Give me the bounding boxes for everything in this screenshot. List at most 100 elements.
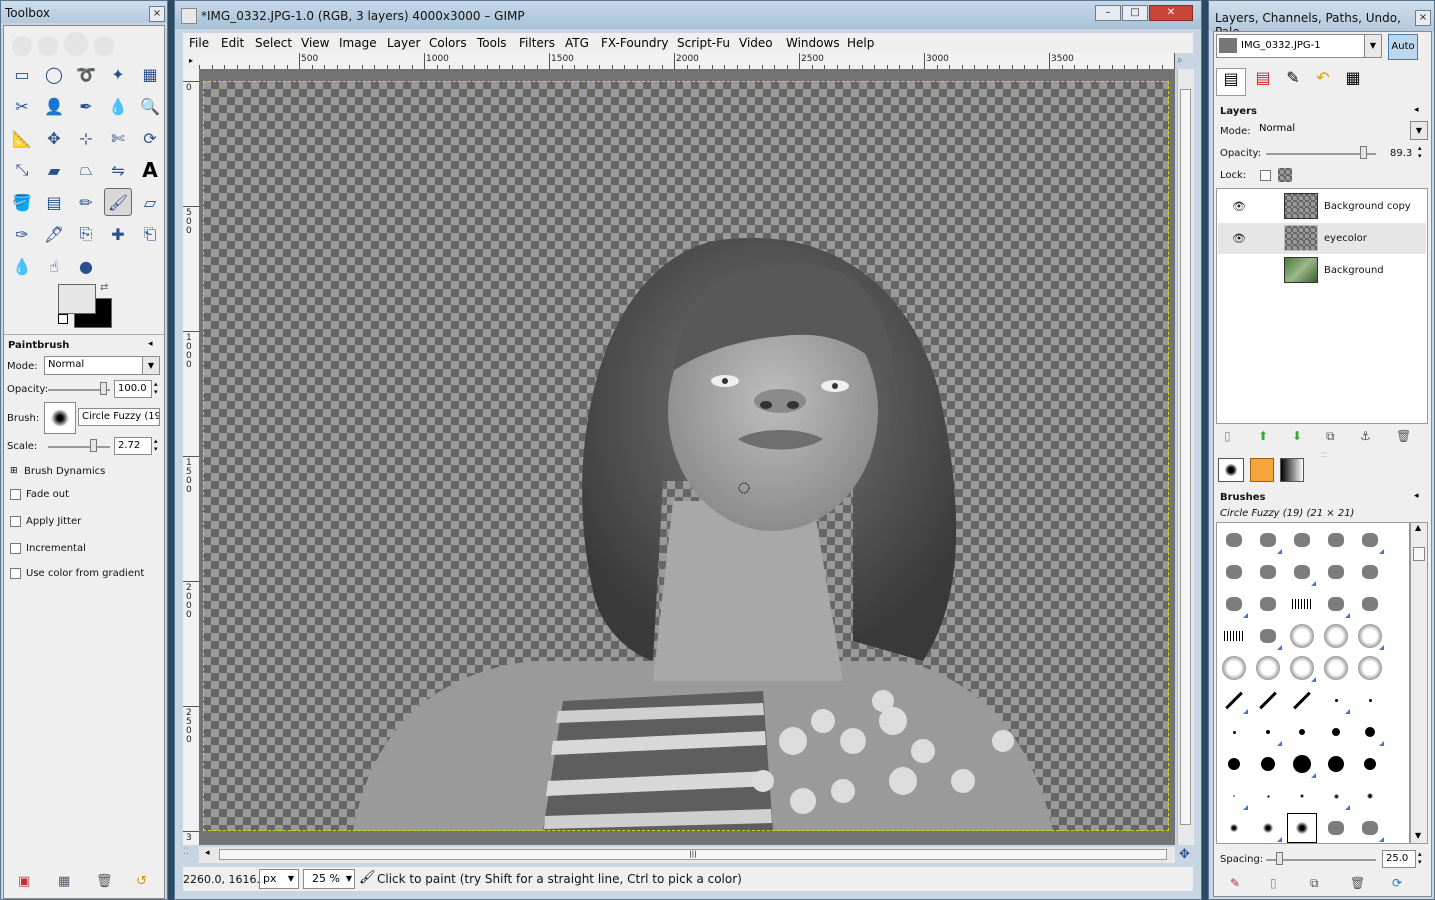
opacity-spinner-icon[interactable]: ▴ ▾ (154, 380, 158, 396)
minimize-button[interactable]: – (1095, 5, 1121, 21)
scale-slider[interactable] (48, 446, 110, 448)
lock-alpha-icon[interactable] (1278, 168, 1292, 182)
ellipse-select-icon[interactable]: ◯ (40, 60, 68, 88)
horizontal-scrollbar[interactable]: ◂ ||| (199, 847, 1175, 863)
spacing-input[interactable]: 25.0 (1382, 850, 1416, 868)
brush-item[interactable] (1253, 589, 1283, 619)
brush-item[interactable] (1287, 621, 1317, 651)
brush-item[interactable] (1287, 685, 1317, 715)
layer-mode-select[interactable]: Normal ▼ (1256, 121, 1428, 140)
brush-item[interactable] (1355, 749, 1385, 779)
brush-item[interactable] (1253, 813, 1283, 843)
rotate-icon[interactable]: ⟳ (136, 124, 164, 152)
paintbrush-icon[interactable]: 🖌 (104, 188, 132, 216)
brush-item[interactable] (1219, 621, 1249, 651)
brush-item[interactable] (1321, 813, 1351, 843)
layers-menu-icon[interactable]: ◂ (1414, 105, 1419, 115)
ink-icon[interactable]: 🖋 (40, 220, 68, 248)
brush-item[interactable] (1355, 653, 1385, 683)
free-select-icon[interactable]: ➰ (72, 60, 100, 88)
brush-item[interactable] (1355, 717, 1385, 747)
shear-icon[interactable]: ▰ (40, 156, 68, 184)
duplicate-brush-icon[interactable]: ⧉ (1310, 876, 1319, 891)
delete-options-icon[interactable]: 🗑 (96, 874, 113, 889)
tab-brushes[interactable] (1218, 458, 1244, 482)
apply-jitter-checkbox[interactable] (10, 516, 21, 527)
tool-options-menu-icon[interactable]: ◂ (148, 339, 153, 349)
brush-item[interactable] (1219, 813, 1249, 843)
clone-icon[interactable]: ⎘ (72, 220, 100, 248)
save-options-icon[interactable]: ▣ (18, 874, 30, 889)
pencil-icon[interactable]: ✏ (72, 188, 100, 216)
menu-fx-foundry[interactable]: FX-Foundry (601, 36, 669, 50)
layer-row-background-copy[interactable]: 👁 Background copy (1218, 191, 1426, 222)
layer-opacity-handle[interactable] (1360, 146, 1367, 159)
raise-layer-icon[interactable]: ⬆ (1258, 429, 1268, 443)
brush-item[interactable] (1321, 557, 1351, 587)
brush-item[interactable] (1355, 685, 1385, 715)
spacing-spinner-icon[interactable]: ▴ ▾ (1418, 850, 1422, 866)
scale-slider-handle[interactable] (90, 439, 97, 452)
menu-edit[interactable]: Edit (221, 36, 244, 50)
brush-dynamics-label[interactable]: Brush Dynamics (24, 466, 105, 477)
visibility-eye-icon[interactable]: 👁 (1232, 232, 1246, 245)
tab-paths[interactable]: ✎ (1278, 68, 1308, 96)
menu-script-fu[interactable]: Script-Fu (677, 36, 730, 50)
tab-patterns[interactable] (1250, 458, 1274, 482)
crop-icon[interactable]: ✄ (104, 124, 132, 152)
scroll-left-icon[interactable]: ◂ (205, 848, 210, 858)
menu-layer[interactable]: Layer (387, 36, 420, 50)
brush-item[interactable] (1253, 557, 1283, 587)
color-picker-icon[interactable]: 💧 (104, 92, 132, 120)
brush-item[interactable] (1219, 557, 1249, 587)
brush-item[interactable] (1321, 653, 1351, 683)
image-select[interactable]: IMG_0332.JPG-1 ▼ (1216, 34, 1382, 58)
brush-item[interactable] (1219, 525, 1249, 555)
lock-pixels-checkbox[interactable] (1260, 170, 1271, 181)
image-canvas[interactable] (203, 81, 1169, 831)
foreground-select-icon[interactable]: 👤 (40, 92, 68, 120)
layer-opacity-spinner-icon[interactable]: ▴ ▾ (1418, 144, 1422, 160)
brush-item[interactable] (1287, 781, 1317, 811)
menu-view[interactable]: View (301, 36, 329, 50)
brush-item[interactable] (1321, 685, 1351, 715)
edit-brush-icon[interactable]: ✎ (1230, 876, 1240, 890)
incremental-checkbox[interactable] (10, 543, 21, 554)
flip-icon[interactable]: ⇋ (104, 156, 132, 184)
measure-icon[interactable]: 📐 (8, 124, 36, 152)
heal-icon[interactable]: ✚ (104, 220, 132, 248)
move-icon[interactable]: ✥ (40, 124, 68, 152)
fade-out-checkbox[interactable] (10, 489, 21, 500)
brush-item[interactable] (1287, 813, 1317, 843)
duplicate-layer-icon[interactable]: ⧉ (1326, 429, 1335, 444)
blur-icon[interactable]: 💧 (8, 252, 36, 280)
brush-item[interactable] (1253, 525, 1283, 555)
anchor-layer-icon[interactable]: ⚓ (1360, 429, 1371, 443)
zoom-icon[interactable]: 🔍 (136, 92, 164, 120)
tab-gradients[interactable] (1280, 458, 1304, 482)
expand-dynamics-icon[interactable]: ⊞ (10, 466, 18, 476)
fuzzy-select-icon[interactable]: ✦ (104, 60, 132, 88)
blend-icon[interactable]: ▤ (40, 188, 68, 216)
spacing-slider-handle[interactable] (1276, 852, 1283, 865)
brush-item[interactable] (1321, 621, 1351, 651)
dodge-burn-icon[interactable]: ● (72, 252, 100, 280)
tab-undo[interactable]: ↶ (1308, 68, 1338, 96)
scissors-icon[interactable]: ✂ (8, 92, 36, 120)
new-layer-icon[interactable]: ▯ (1224, 429, 1231, 443)
swap-colors-icon[interactable]: ⇄ (100, 282, 108, 293)
brush-item[interactable] (1219, 685, 1249, 715)
brush-item[interactable] (1355, 621, 1385, 651)
paths-icon[interactable]: ✒ (72, 92, 100, 120)
scroll-down-icon[interactable]: ▼ (1415, 831, 1421, 840)
lower-layer-icon[interactable]: ⬇ (1292, 429, 1302, 443)
foreground-color-swatch[interactable] (58, 284, 96, 314)
airbrush-icon[interactable]: ✑ (8, 220, 36, 248)
restore-options-icon[interactable]: ▦ (58, 874, 70, 889)
brush-item[interactable] (1253, 717, 1283, 747)
brush-item[interactable] (1219, 717, 1249, 747)
paint-mode-select[interactable]: Normal ▼ (44, 356, 160, 375)
align-icon[interactable]: ⊹ (72, 124, 100, 152)
layer-row-eyecolor[interactable]: 👁 eyecolor (1218, 223, 1426, 254)
brush-item[interactable] (1321, 717, 1351, 747)
